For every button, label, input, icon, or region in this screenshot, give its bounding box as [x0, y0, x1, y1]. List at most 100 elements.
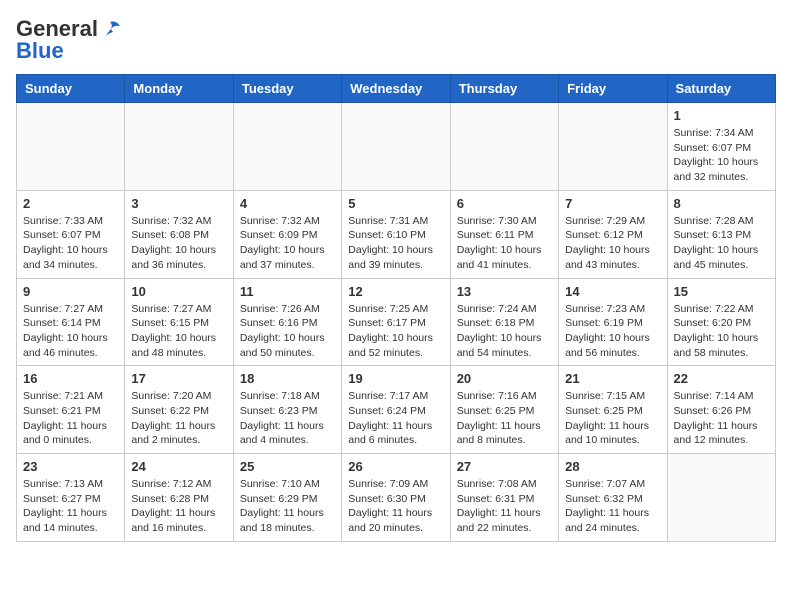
- calendar-cell: 15 Sunrise: 7:22 AM Sunset: 6:20 PM Dayli…: [667, 278, 775, 366]
- calendar-week-row: 23 Sunrise: 7:13 AM Sunset: 6:27 PM Dayli…: [17, 454, 776, 542]
- day-info: Sunrise: 7:27 AM Sunset: 6:14 PM Dayligh…: [23, 302, 118, 361]
- day-number: 2: [23, 196, 118, 211]
- day-number: 13: [457, 284, 552, 299]
- calendar-cell: 20 Sunrise: 7:16 AM Sunset: 6:25 PM Dayli…: [450, 366, 558, 454]
- calendar-cell: 26 Sunrise: 7:09 AM Sunset: 6:30 PM Dayli…: [342, 454, 450, 542]
- calendar-cell: 23 Sunrise: 7:13 AM Sunset: 6:27 PM Dayli…: [17, 454, 125, 542]
- day-number: 5: [348, 196, 443, 211]
- day-info: Sunrise: 7:27 AM Sunset: 6:15 PM Dayligh…: [131, 302, 226, 361]
- day-info: Sunrise: 7:22 AM Sunset: 6:20 PM Dayligh…: [674, 302, 769, 361]
- calendar-cell: [667, 454, 775, 542]
- calendar-cell: 13 Sunrise: 7:24 AM Sunset: 6:18 PM Dayli…: [450, 278, 558, 366]
- calendar-cell: [559, 103, 667, 191]
- day-info: Sunrise: 7:23 AM Sunset: 6:19 PM Dayligh…: [565, 302, 660, 361]
- calendar-cell: 22Sunrise: 7:14 AM Sunset: 6:26 PM Dayli…: [667, 366, 775, 454]
- weekday-header-tuesday: Tuesday: [233, 75, 341, 103]
- calendar-cell: 14 Sunrise: 7:23 AM Sunset: 6:19 PM Dayli…: [559, 278, 667, 366]
- calendar-cell: 24 Sunrise: 7:12 AM Sunset: 6:28 PM Dayli…: [125, 454, 233, 542]
- calendar-cell: 11 Sunrise: 7:26 AM Sunset: 6:16 PM Dayli…: [233, 278, 341, 366]
- weekday-header-friday: Friday: [559, 75, 667, 103]
- day-info: Sunrise: 7:12 AM Sunset: 6:28 PM Dayligh…: [131, 477, 226, 536]
- calendar-cell: [450, 103, 558, 191]
- day-info: Sunrise: 7:16 AM Sunset: 6:25 PM Dayligh…: [457, 389, 552, 448]
- day-info: Sunrise: 7:25 AM Sunset: 6:17 PM Dayligh…: [348, 302, 443, 361]
- weekday-header-sunday: Sunday: [17, 75, 125, 103]
- day-number: 25: [240, 459, 335, 474]
- calendar-cell: 12 Sunrise: 7:25 AM Sunset: 6:17 PM Dayli…: [342, 278, 450, 366]
- day-number: 14: [565, 284, 660, 299]
- calendar-cell: 18 Sunrise: 7:18 AM Sunset: 6:23 PM Dayli…: [233, 366, 341, 454]
- calendar-cell: 6 Sunrise: 7:30 AM Sunset: 6:11 PM Daylig…: [450, 190, 558, 278]
- calendar-cell: 1Sunrise: 7:34 AM Sunset: 6:07 PM Daylig…: [667, 103, 775, 191]
- logo-blue: Blue: [16, 38, 64, 64]
- day-number: 4: [240, 196, 335, 211]
- day-number: 18: [240, 371, 335, 386]
- calendar-cell: [233, 103, 341, 191]
- day-number: 10: [131, 284, 226, 299]
- calendar-cell: 28 Sunrise: 7:07 AM Sunset: 6:32 PM Dayli…: [559, 454, 667, 542]
- day-number: 1: [674, 108, 769, 123]
- calendar-week-row: 1Sunrise: 7:34 AM Sunset: 6:07 PM Daylig…: [17, 103, 776, 191]
- calendar-cell: 8 Sunrise: 7:28 AM Sunset: 6:13 PM Daylig…: [667, 190, 775, 278]
- calendar-week-row: 16 Sunrise: 7:21 AM Sunset: 6:21 PM Dayli…: [17, 366, 776, 454]
- calendar-cell: 27Sunrise: 7:08 AM Sunset: 6:31 PM Dayli…: [450, 454, 558, 542]
- calendar-cell: 19 Sunrise: 7:17 AM Sunset: 6:24 PM Dayli…: [342, 366, 450, 454]
- day-number: 11: [240, 284, 335, 299]
- logo-bird-icon: [100, 18, 122, 40]
- day-number: 28: [565, 459, 660, 474]
- day-info: Sunrise: 7:20 AM Sunset: 6:22 PM Dayligh…: [131, 389, 226, 448]
- day-number: 9: [23, 284, 118, 299]
- day-info: Sunrise: 7:17 AM Sunset: 6:24 PM Dayligh…: [348, 389, 443, 448]
- day-number: 19: [348, 371, 443, 386]
- calendar-cell: [125, 103, 233, 191]
- calendar-cell: 3 Sunrise: 7:32 AM Sunset: 6:08 PM Daylig…: [125, 190, 233, 278]
- day-info: Sunrise: 7:29 AM Sunset: 6:12 PM Dayligh…: [565, 214, 660, 273]
- calendar-cell: 17 Sunrise: 7:20 AM Sunset: 6:22 PM Dayli…: [125, 366, 233, 454]
- day-number: 23: [23, 459, 118, 474]
- day-info: Sunrise: 7:24 AM Sunset: 6:18 PM Dayligh…: [457, 302, 552, 361]
- calendar-cell: [17, 103, 125, 191]
- day-number: 6: [457, 196, 552, 211]
- day-info: Sunrise: 7:32 AM Sunset: 6:08 PM Dayligh…: [131, 214, 226, 273]
- calendar-cell: [342, 103, 450, 191]
- day-number: 21: [565, 371, 660, 386]
- calendar-cell: 9 Sunrise: 7:27 AM Sunset: 6:14 PM Daylig…: [17, 278, 125, 366]
- day-info: Sunrise: 7:28 AM Sunset: 6:13 PM Dayligh…: [674, 214, 769, 273]
- day-number: 17: [131, 371, 226, 386]
- day-info: Sunrise: 7:21 AM Sunset: 6:21 PM Dayligh…: [23, 389, 118, 448]
- logo: General Blue: [16, 16, 122, 64]
- day-number: 27: [457, 459, 552, 474]
- calendar-week-row: 9 Sunrise: 7:27 AM Sunset: 6:14 PM Daylig…: [17, 278, 776, 366]
- day-number: 20: [457, 371, 552, 386]
- day-info: Sunrise: 7:07 AM Sunset: 6:32 PM Dayligh…: [565, 477, 660, 536]
- day-info: Sunrise: 7:09 AM Sunset: 6:30 PM Dayligh…: [348, 477, 443, 536]
- day-number: 3: [131, 196, 226, 211]
- weekday-header-saturday: Saturday: [667, 75, 775, 103]
- calendar-table: SundayMondayTuesdayWednesdayThursdayFrid…: [16, 74, 776, 542]
- calendar-header-row: SundayMondayTuesdayWednesdayThursdayFrid…: [17, 75, 776, 103]
- day-number: 7: [565, 196, 660, 211]
- day-info: Sunrise: 7:10 AM Sunset: 6:29 PM Dayligh…: [240, 477, 335, 536]
- day-number: 8: [674, 196, 769, 211]
- day-info: Sunrise: 7:13 AM Sunset: 6:27 PM Dayligh…: [23, 477, 118, 536]
- calendar-cell: 16 Sunrise: 7:21 AM Sunset: 6:21 PM Dayli…: [17, 366, 125, 454]
- day-info: Sunrise: 7:30 AM Sunset: 6:11 PM Dayligh…: [457, 214, 552, 273]
- weekday-header-monday: Monday: [125, 75, 233, 103]
- day-number: 12: [348, 284, 443, 299]
- calendar-cell: 2 Sunrise: 7:33 AM Sunset: 6:07 PM Daylig…: [17, 190, 125, 278]
- calendar-week-row: 2 Sunrise: 7:33 AM Sunset: 6:07 PM Daylig…: [17, 190, 776, 278]
- day-number: 15: [674, 284, 769, 299]
- calendar-cell: 7 Sunrise: 7:29 AM Sunset: 6:12 PM Daylig…: [559, 190, 667, 278]
- day-number: 16: [23, 371, 118, 386]
- day-info: Sunrise: 7:33 AM Sunset: 6:07 PM Dayligh…: [23, 214, 118, 273]
- day-info: Sunrise: 7:32 AM Sunset: 6:09 PM Dayligh…: [240, 214, 335, 273]
- day-number: 22: [674, 371, 769, 386]
- calendar-cell: 4 Sunrise: 7:32 AM Sunset: 6:09 PM Daylig…: [233, 190, 341, 278]
- day-info: Sunrise: 7:18 AM Sunset: 6:23 PM Dayligh…: [240, 389, 335, 448]
- weekday-header-thursday: Thursday: [450, 75, 558, 103]
- day-info: Sunrise: 7:26 AM Sunset: 6:16 PM Dayligh…: [240, 302, 335, 361]
- calendar-cell: 10 Sunrise: 7:27 AM Sunset: 6:15 PM Dayli…: [125, 278, 233, 366]
- day-number: 24: [131, 459, 226, 474]
- weekday-header-wednesday: Wednesday: [342, 75, 450, 103]
- day-number: 26: [348, 459, 443, 474]
